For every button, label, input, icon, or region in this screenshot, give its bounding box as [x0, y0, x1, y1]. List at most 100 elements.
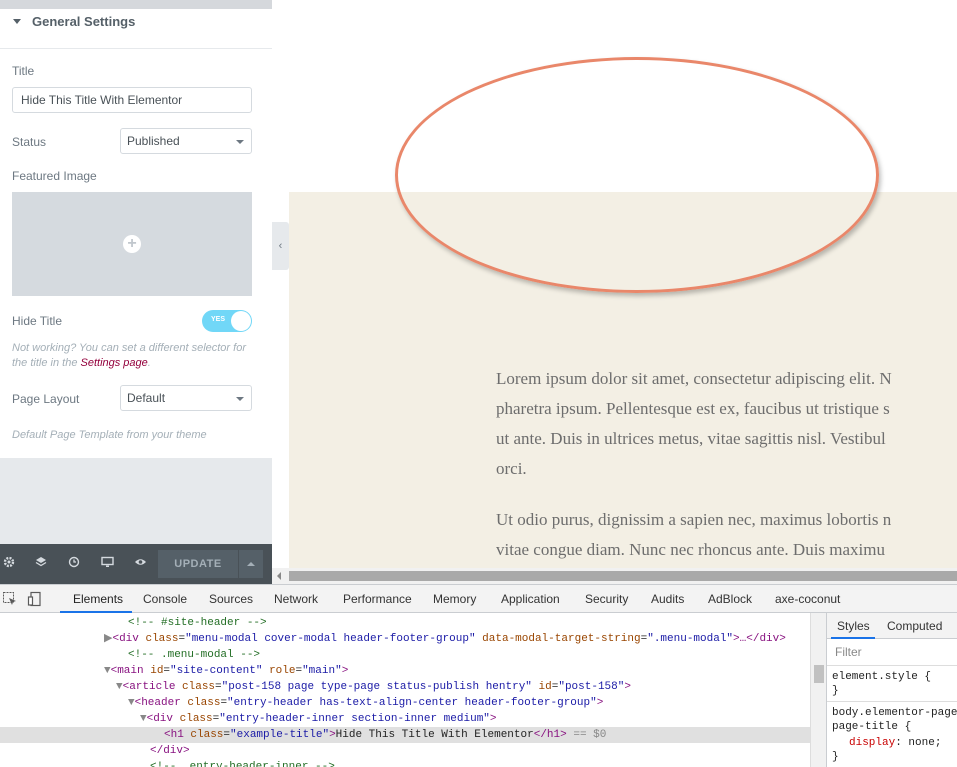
- attr: class: [190, 729, 224, 741]
- styles-pane: Styles Computed Filter element.style { }…: [826, 613, 957, 767]
- tab-computed[interactable]: Computed: [887, 619, 942, 633]
- page-layout-help: Default Page Template from your theme: [12, 429, 207, 441]
- tag: <h1: [164, 729, 191, 741]
- tab-application[interactable]: Application: [501, 592, 560, 606]
- dom-node-main[interactable]: ▼<main id="site-content" role="main">: [104, 663, 348, 679]
- help-line-1: Not working? You can set a different sel…: [12, 342, 246, 354]
- tab-audits[interactable]: Audits: [651, 592, 684, 606]
- panel-top-strip: [0, 0, 272, 9]
- divider: [827, 665, 957, 666]
- dom-comment[interactable]: <!-- #site-header -->: [128, 615, 267, 631]
- scroll-left-arrow-icon[interactable]: [277, 572, 281, 580]
- attr: class: [187, 697, 221, 709]
- collapse-panel-chevron-left-icon[interactable]: ‹: [272, 222, 289, 270]
- tab-elements[interactable]: Elements: [73, 592, 123, 606]
- dom-node-article[interactable]: ▼<article class="post-158 page type-page…: [116, 679, 631, 695]
- rule-end: }: [832, 751, 839, 763]
- tab-console[interactable]: Console: [143, 592, 187, 606]
- title-input[interactable]: Hide This Title With Elementor: [12, 87, 252, 113]
- tab-network[interactable]: Network: [274, 592, 318, 606]
- title-label: Title: [12, 64, 35, 78]
- update-options-chevron-up-icon[interactable]: [239, 550, 263, 578]
- rule-selector[interactable]: body.elementor-page: [832, 706, 957, 720]
- expand-triangle-icon[interactable]: ▼: [104, 665, 111, 677]
- status-select[interactable]: Published: [120, 128, 252, 154]
- dom-vertical-scrollbar[interactable]: [810, 613, 826, 767]
- hide-title-help: Not working? You can set a different sel…: [12, 341, 246, 371]
- update-button[interactable]: UPDATE: [158, 550, 238, 578]
- attr-value: "entry-header-inner section-inner medium…: [219, 713, 490, 725]
- dom-close-div[interactable]: </div>: [150, 743, 190, 759]
- tag: >: [341, 665, 349, 677]
- page-layout-select[interactable]: Default: [120, 385, 252, 411]
- devtools-tab-bar: Elements Console Sources Network Perform…: [0, 585, 957, 613]
- status-value: Published: [127, 134, 180, 148]
- tag: <div: [112, 633, 146, 645]
- section-title: General Settings: [32, 14, 136, 29]
- attr-value: ".menu-modal": [647, 633, 734, 645]
- h1-line-content: <h1 class="example-title">Hide This Titl…: [164, 729, 607, 741]
- rule-selector-cont[interactable]: page-title {: [832, 720, 911, 734]
- expand-triangle-icon[interactable]: ▼: [140, 713, 147, 725]
- tab-memory[interactable]: Memory: [433, 592, 476, 606]
- tag: <article: [122, 681, 183, 693]
- styles-filter-input[interactable]: Filter: [835, 645, 862, 659]
- hide-title-toggle[interactable]: YES: [202, 310, 252, 332]
- rule-declaration[interactable]: display: none;: [849, 736, 941, 750]
- attr: id: [150, 665, 164, 677]
- attr: class: [179, 713, 213, 725]
- tab-axe-coconut[interactable]: axe-coconut: [775, 592, 840, 606]
- attr-value: "example-title": [230, 729, 330, 741]
- expand-triangle-icon[interactable]: ▼: [128, 697, 135, 709]
- paragraph-2-line: vitae congue diam. Nunc nec rhoncus ante…: [496, 540, 885, 559]
- expand-triangle-icon[interactable]: ▼: [116, 681, 123, 693]
- elementor-panel: General Settings Title Hide This Title W…: [0, 0, 272, 584]
- dom-node-header[interactable]: ▼<header class="entry-header has-text-al…: [128, 695, 603, 711]
- featured-image-picker[interactable]: +: [12, 192, 252, 296]
- tag: >…</div>: [733, 633, 786, 645]
- help-line-2-end: .: [147, 357, 151, 369]
- dom-node-header-inner[interactable]: ▼<div class="entry-header-inner section-…: [140, 711, 497, 727]
- tag: >: [329, 729, 336, 741]
- gear-icon[interactable]: [1, 556, 17, 572]
- dom-node-h1-selected[interactable]: <h1 class="example-title">Hide This Titl…: [0, 727, 810, 743]
- tag: >: [624, 681, 631, 693]
- responsive-icon[interactable]: [99, 556, 115, 572]
- attr: data-modal-target-string: [482, 633, 641, 645]
- panel-footer: UPDATE: [0, 544, 272, 584]
- tab-sources[interactable]: Sources: [209, 592, 253, 606]
- tab-styles[interactable]: Styles: [837, 619, 870, 633]
- plus-icon: +: [123, 235, 141, 253]
- attr: role: [269, 665, 296, 677]
- dom-comment[interactable]: <!-- .entry-header-inner -->: [150, 759, 335, 767]
- attr-value: "entry-header has-text-align-center head…: [227, 697, 597, 709]
- css-property: display: [849, 737, 896, 749]
- selected-marker: == $0: [573, 729, 607, 741]
- layers-icon[interactable]: [33, 556, 49, 572]
- preview-eye-icon[interactable]: [132, 556, 148, 572]
- device-toolbar-icon[interactable]: [27, 591, 43, 607]
- rule-end: }: [832, 685, 839, 697]
- preview-horizontal-scrollbar[interactable]: [272, 568, 957, 584]
- scrollbar-thumb[interactable]: [814, 665, 824, 683]
- dom-comment[interactable]: <!-- .menu-modal -->: [128, 647, 260, 663]
- history-icon[interactable]: [66, 556, 82, 572]
- styles-tab-bar: Styles Computed: [827, 613, 957, 639]
- attr-value: "post-158 page type-page status-publish …: [221, 681, 532, 693]
- active-tab-indicator: [831, 637, 875, 639]
- tab-performance[interactable]: Performance: [343, 592, 412, 606]
- page-layout-value: Default: [127, 391, 166, 405]
- hidden-title-highlight-ellipse: [395, 57, 879, 293]
- tab-security[interactable]: Security: [585, 592, 628, 606]
- rule-element-style[interactable]: element.style {: [832, 670, 931, 684]
- settings-page-link[interactable]: Settings page: [81, 357, 148, 369]
- dom-node-menu-modal[interactable]: ▶<div class="menu-modal cover-modal head…: [104, 631, 786, 647]
- attr-value: "post-158": [558, 681, 625, 693]
- tag: <main: [110, 665, 151, 677]
- divider: [827, 701, 957, 702]
- general-settings-header[interactable]: General Settings: [0, 9, 272, 49]
- featured-image-label: Featured Image: [12, 169, 97, 183]
- scrollbar-thumb[interactable]: [289, 571, 957, 581]
- inspect-element-icon[interactable]: [2, 591, 18, 607]
- tab-adblock[interactable]: AdBlock: [708, 592, 752, 606]
